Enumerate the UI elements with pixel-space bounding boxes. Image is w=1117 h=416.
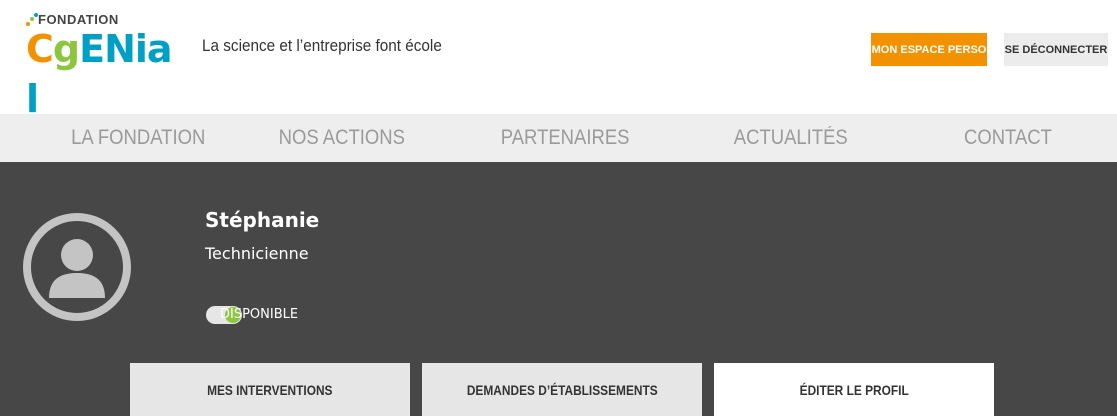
site-header: FONDATION CgENial La science et l’entrep… — [0, 0, 1117, 121]
tab-label: ÉDITER LE PROFIL — [799, 381, 909, 398]
nav-item-partenaires[interactable]: PARTENAIRES — [501, 114, 630, 162]
avatar-icon — [23, 213, 131, 321]
nav-item-fondation[interactable]: LA FONDATION — [71, 114, 205, 162]
logo-letter: i — [134, 27, 148, 71]
tab-label: DEMANDES D’ÉTABLISSEMENTS — [466, 381, 658, 398]
logo-letter: N — [104, 27, 136, 71]
profile-role: Technicienne — [205, 244, 309, 263]
logo-letter: a — [146, 27, 173, 71]
availability-label: DISPONIBLE — [220, 307, 299, 322]
main-nav: LA FONDATION NOS ACTIONS PARTENAIRES ACT… — [0, 114, 1117, 162]
tab-label: MES INTERVENTIONS — [207, 381, 333, 398]
profile-band: Stéphanie Technicienne DISPONIBLE MES IN… — [0, 162, 1117, 416]
tagline: La science et l’entreprise font école — [202, 36, 442, 55]
profile-name: Stéphanie — [205, 208, 320, 232]
nav-item-actions[interactable]: NOS ACTIONS — [279, 114, 405, 162]
logo-letter: g — [52, 27, 80, 71]
nav-item-actualites[interactable]: ACTUALITÉS — [734, 114, 848, 162]
my-space-button[interactable]: MON ESPACE PERSO — [871, 33, 987, 66]
tab-school-requests[interactable]: DEMANDES D’ÉTABLISSEMENTS — [422, 363, 702, 416]
nav-item-contact[interactable]: CONTACT — [964, 114, 1052, 162]
logout-button[interactable]: SE DÉCONNECTER — [1004, 33, 1108, 66]
logo-letter: C — [26, 27, 54, 71]
logo[interactable]: FONDATION CgENial — [26, 12, 176, 121]
logo-wordmark: CgENial — [26, 24, 176, 124]
tab-edit-profile[interactable]: ÉDITER LE PROFIL — [714, 363, 994, 416]
tab-my-interventions[interactable]: MES INTERVENTIONS — [130, 363, 410, 416]
logo-letter: E — [79, 27, 105, 71]
